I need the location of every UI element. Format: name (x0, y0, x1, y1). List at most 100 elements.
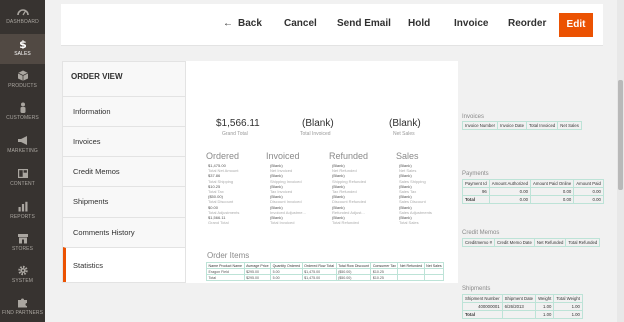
puzzle-icon (17, 298, 27, 308)
payments-table: Payment Id Amount Authorized Amount Paid… (462, 179, 604, 204)
scrollbar-thumb[interactable] (618, 80, 623, 190)
column-header: Credit Memo Date (493, 238, 535, 247)
table-cell: $295.00 (243, 274, 272, 281)
sales-title: Sales (396, 151, 419, 161)
column-header: Net Refunded (533, 238, 567, 247)
table-row: 96 0.00 0.00 0.00 (462, 187, 604, 196)
tab-shipments[interactable]: Shipments (63, 186, 185, 216)
person-icon (20, 102, 25, 113)
invoices-title: Invoices (462, 114, 485, 120)
edit-button[interactable]: Edit (559, 13, 593, 37)
nav-system[interactable]: System (0, 265, 45, 293)
nav-label: System (11, 278, 34, 284)
table-cell: 1.00 (535, 310, 555, 319)
nav-label: Marketing (7, 148, 38, 154)
nav-label: Find Partners (1, 310, 44, 316)
payments-title: Payments (462, 171, 489, 177)
table-cell: 0.00 (488, 195, 532, 204)
column-header: Shipment Date (501, 294, 537, 303)
tab-invoices[interactable]: Invoices (63, 126, 185, 156)
ordered-title: Ordered (206, 151, 240, 161)
table-cell: Total (206, 274, 245, 281)
nav-label: Content (10, 181, 35, 187)
invoiced-stats: (Blank) Net Invoiced (Blank) Shipping Invo… (270, 163, 306, 225)
table-cell: $1,475.00 (301, 274, 337, 281)
column-header: Invoice Number (461, 121, 499, 130)
column-header: Weight (535, 294, 555, 303)
nav-marketing[interactable]: Marketing (0, 135, 45, 163)
nav-dashboard[interactable]: Dashboard (0, 6, 45, 34)
stat-label: Total Invoiced (270, 220, 295, 226)
cancel-button[interactable]: Cancel (284, 18, 317, 29)
reorder-button[interactable]: Reorder (508, 18, 546, 29)
shipments-table-wrap: Shipment Number Shipment Date Weight Tot… (462, 294, 583, 319)
table-cell: 0.00 (488, 187, 532, 196)
table-cell: 400000001 (462, 302, 503, 311)
stat-label: Discount Invoiced (270, 199, 302, 205)
table-cell: 0.00 (573, 195, 604, 204)
nav-sales[interactable]: $ Sales (0, 34, 45, 64)
cube-icon (17, 70, 28, 81)
column-header: Total Invoiced (525, 121, 559, 130)
send-email-button[interactable]: Send Email (337, 18, 391, 29)
invoices-table-wrap: Invoice Number Invoice Date Total Invoic… (461, 121, 582, 130)
nav-label: Customers (6, 115, 39, 121)
invoice-button[interactable]: Invoice (454, 18, 488, 29)
table-header-row: Invoice Number Invoice Date Total Invoic… (461, 121, 582, 130)
table-total-row: Total 1.00 1.00 (462, 310, 583, 319)
total-invoiced-value: (Blank) (302, 118, 334, 129)
nav-label: Stores (11, 246, 34, 252)
dollar-icon: $ (19, 38, 27, 49)
table-header-row: Payment Id Amount Authorized Amount Paid… (462, 179, 604, 188)
svg-text:$: $ (19, 38, 27, 49)
nav-label: Products (8, 83, 37, 89)
table-cell: 1.00 (553, 310, 583, 319)
column-header: Shipment Number (462, 294, 503, 303)
invoices-table: Invoice Number Invoice Date Total Invoic… (461, 121, 582, 130)
credit-memos-title: Credit Memos (462, 230, 500, 236)
tab-comments-history[interactable]: Comments History (63, 217, 185, 247)
refunded-title: Refunded (329, 151, 369, 161)
payments-table-wrap: Payment Id Amount Authorized Amount Paid… (462, 179, 604, 204)
table-cell: 1.00 (535, 302, 555, 311)
table-header-row: Shipment Number Shipment Date Weight Tot… (462, 294, 583, 303)
table-cell: 5.00 (270, 274, 303, 281)
layout-icon (17, 169, 28, 178)
column-header: Invoice Date (497, 121, 527, 130)
back-label: Back (238, 18, 262, 29)
order-items-table: Name Product Name Average Price Quantity… (206, 262, 445, 281)
nav-products[interactable]: Products (0, 70, 45, 98)
grand-total-value: $1,566.11 (216, 118, 260, 129)
net-sales-value: (Blank) (389, 118, 421, 129)
bar-chart-icon (18, 201, 27, 212)
nav-reports[interactable]: Reports (0, 201, 45, 229)
dashboard-icon (16, 9, 29, 16)
table-cell (501, 310, 537, 319)
table-row: 400000001 6/26/2013 1.00 1.00 (462, 302, 583, 311)
net-sales-label: Net Sales (393, 131, 415, 137)
tab-statistics[interactable]: Statistics (63, 247, 185, 282)
back-button[interactable]: ← Back (223, 18, 262, 29)
table-cell: 6/26/2013 (501, 302, 537, 311)
table-cell (397, 274, 425, 281)
nav-customers[interactable]: Customers (0, 102, 45, 130)
hold-button[interactable]: Hold (408, 18, 430, 29)
admin-sidebar: Dashboard $ Sales Products Customers Mar… (0, 0, 45, 322)
nav-find-partners[interactable]: Find Partners (0, 297, 45, 322)
arrow-left-icon: ← (223, 18, 233, 29)
table-cell: 96 (462, 187, 490, 196)
megaphone-icon (17, 136, 27, 145)
nav-content[interactable]: Content (0, 168, 45, 196)
gear-icon (17, 265, 28, 276)
table-cell: 0.00 (530, 195, 575, 204)
statistics-panel: $1,566.11 Grand Total (Blank) Total Invo… (186, 61, 458, 283)
tab-information[interactable]: Information (63, 96, 185, 126)
tab-credit-memos[interactable]: Credit Memos (63, 156, 185, 186)
nav-stores[interactable]: Stores (0, 233, 45, 261)
order-view-tabs: ORDER VIEW Information Invoices Credit M… (62, 61, 186, 283)
sales-stats: (Blank) Net Sales (Blank) Sales Shipping (… (399, 163, 432, 225)
order-items-table-wrap: Name Product Name Average Price Quantity… (206, 262, 445, 281)
stat-label: Total Refunded (332, 220, 359, 226)
table-cell: 1.00 (553, 302, 583, 311)
shipments-title: Shipments (462, 286, 491, 292)
